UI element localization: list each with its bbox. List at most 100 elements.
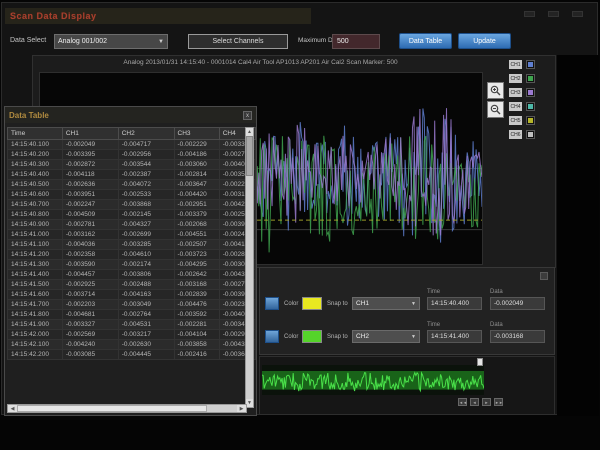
table-row[interactable]: 14:15:41.500-0.002925-0.002488-0.003168-… [8,280,256,290]
data-table-titlebar[interactable]: Data Table x [5,107,256,123]
legend-item-ch4[interactable]: CH4 [509,100,535,113]
legend-item-ch1[interactable]: CH1 [509,58,535,71]
table-row[interactable]: 14:15:40.400-0.004118-0.002387-0.002814-… [8,170,256,180]
hscroll-thumb[interactable] [17,405,207,412]
maximize-button[interactable] [548,11,559,17]
table-row[interactable]: 14:15:40.900-0.002781-0.004327-0.002068-… [8,220,256,230]
table-cell: -0.002387 [118,170,174,180]
table-row[interactable]: 14:15:40.700-0.002247-0.003868-0.002951-… [8,200,256,210]
table-cell: -0.002872 [62,160,118,170]
table-row[interactable]: 14:15:40.800-0.004509-0.002145-0.003379-… [8,210,256,220]
table-vertical-scrollbar[interactable]: ▲ ▼ [245,127,254,408]
table-row[interactable]: 14:15:40.200-0.003395-0.002956-0.004186-… [8,150,256,160]
scroll-left-icon[interactable]: ◀ [8,405,17,412]
table-cell: -0.004445 [118,350,174,360]
window-controls [524,11,583,17]
cursor-panel-close-icon[interactable] [540,272,548,280]
table-row[interactable]: 14:15:41.900-0.003327-0.004531-0.002281-… [8,320,256,330]
max-points-input[interactable]: 500 [332,34,380,49]
cursor-1-data-field[interactable]: -0.002049 [490,297,545,310]
vscroll-thumb[interactable] [246,136,253,176]
chevron-down-icon: ▼ [411,301,416,307]
nav-last-button[interactable]: ►► [494,398,503,406]
app-window: Scan Data Display Data Select Analog 001… [1,2,598,415]
data-table-close-icon[interactable]: x [243,111,252,120]
table-cell: -0.004104 [174,330,219,340]
cursor-1-button[interactable] [265,297,279,310]
table-cell: 14:15:42.200 [8,350,63,360]
legend-item-ch2[interactable]: CH2 [509,72,535,85]
title-bar[interactable]: Scan Data Display [5,8,311,24]
navigator-panel: ◄◄ ◄ ► ►► [259,356,555,415]
table-row[interactable]: 14:15:40.100-0.002049-0.004717-0.002229-… [8,140,256,150]
table-row[interactable]: 14:15:42.000-0.002569-0.003217-0.004104-… [8,330,256,340]
cursor-row-2: Color Snap to CH2 ▼ Time 14:15:41.400 Da… [260,321,554,351]
cursor-1-snap-dropdown[interactable]: CH1 ▼ [352,297,420,310]
legend-checkbox[interactable] [526,130,535,139]
table-row[interactable]: 14:15:41.400-0.004457-0.003806-0.002642-… [8,270,256,280]
legend-item-ch6[interactable]: CH6 [509,128,535,141]
cursor-2-color-swatch[interactable] [302,330,322,343]
table-cell: -0.003868 [118,200,174,210]
table-row[interactable]: 14:15:40.500-0.002636-0.004072-0.003647-… [8,180,256,190]
table-row[interactable]: 14:15:42.100-0.004240-0.002630-0.003858-… [8,340,256,350]
nav-prev-button[interactable]: ◄ [470,398,479,406]
update-button[interactable]: Update [458,33,511,49]
scroll-right-icon[interactable]: ▶ [237,405,246,412]
table-row[interactable]: 14:15:40.600-0.003951-0.002533-0.004420-… [8,190,256,200]
navigator-waveform[interactable] [262,365,484,395]
table-row[interactable]: 14:15:41.700-0.002203-0.003049-0.004476-… [8,300,256,310]
data-table-button[interactable]: Data Table [399,33,452,49]
table-column-header[interactable]: CH2 [118,128,174,140]
table-cell: -0.003723 [174,250,219,260]
table-cell: -0.002956 [118,150,174,160]
legend-checkbox[interactable] [526,88,535,97]
legend-checkbox[interactable] [526,102,535,111]
scroll-up-icon[interactable]: ▲ [246,128,253,136]
cursor-1-time-value: 14:15:40.400 [431,300,469,307]
data-select-dropdown[interactable]: Analog 001/002 ▼ [54,34,168,49]
table-cell: -0.004186 [174,150,219,160]
table-row[interactable]: 14:15:41.100-0.004036-0.003285-0.002507-… [8,240,256,250]
legend-checkbox[interactable] [526,116,535,125]
legend-checkbox[interactable] [526,60,535,69]
table-cell: -0.003590 [62,260,118,270]
table-row[interactable]: 14:15:41.300-0.003590-0.002174-0.004295-… [8,260,256,270]
table-row[interactable]: 14:15:40.300-0.002872-0.003544-0.003060-… [8,160,256,170]
chevron-down-icon: ▼ [411,334,416,340]
cursor-2-button[interactable] [265,330,279,343]
table-cell: -0.004531 [118,320,174,330]
table-cell: -0.004295 [174,260,219,270]
table-row[interactable]: 14:15:41.800-0.004681-0.002764-0.003592-… [8,310,256,320]
table-column-header[interactable]: CH3 [174,128,219,140]
scroll-down-icon[interactable]: ▼ [246,399,253,407]
legend-item-ch3[interactable]: CH3 [509,86,535,99]
cursor-2-time-field[interactable]: 14:15:41.400 [427,330,482,343]
table-row[interactable]: 14:15:41.600-0.003714-0.004163-0.002839-… [8,290,256,300]
legend-item-ch5[interactable]: CH5 [509,114,535,127]
table-cell: -0.002049 [62,140,118,150]
zoom-in-button[interactable] [487,82,504,99]
cursor-2-data-field[interactable]: -0.003168 [490,330,545,343]
table-horizontal-scrollbar[interactable]: ◀ ▶ [7,404,247,413]
close-button[interactable] [572,11,583,17]
cursor-2-snap-dropdown[interactable]: CH2 ▼ [352,330,420,343]
table-column-header[interactable]: Time [8,128,63,140]
table-row[interactable]: 14:15:41.000-0.003162-0.002699-0.004551-… [8,230,256,240]
table-row[interactable]: 14:15:42.200-0.003085-0.004445-0.002416-… [8,350,256,360]
table-row[interactable]: 14:15:41.200-0.002358-0.004610-0.003723-… [8,250,256,260]
zoom-out-button[interactable] [487,101,504,118]
select-channels-button[interactable]: Select Channels [188,34,288,49]
table-cell: -0.002533 [118,190,174,200]
nav-next-button[interactable]: ► [482,398,491,406]
table-column-header[interactable]: CH1 [62,128,118,140]
cursor-1-color-swatch[interactable] [302,297,322,310]
color-label: Color [284,334,298,340]
nav-first-button[interactable]: ◄◄ [458,398,467,406]
legend-checkbox[interactable] [526,74,535,83]
cursor-1-data-value: -0.002049 [494,300,523,307]
cursor-1-time-field[interactable]: 14:15:40.400 [427,297,482,310]
magnifier-plus-icon [490,85,501,96]
navigator-slider-handle[interactable] [477,358,483,366]
minimize-button[interactable] [524,11,535,17]
